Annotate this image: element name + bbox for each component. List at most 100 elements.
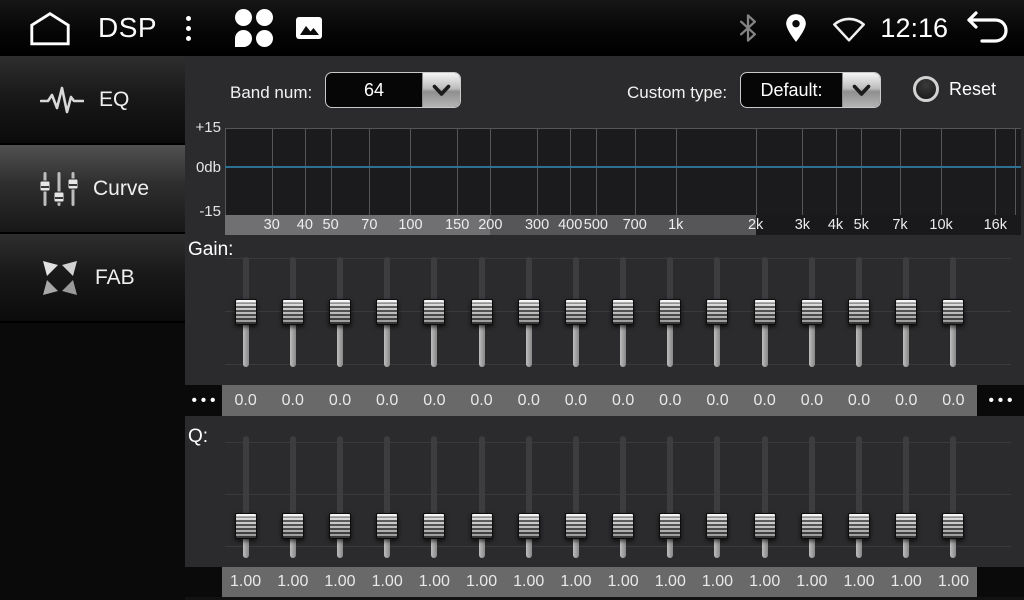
more-gain-right-button[interactable]: •••: [977, 385, 1024, 416]
slider-thumb[interactable]: [235, 513, 257, 539]
gridline: [635, 128, 636, 215]
gain-value: 0.0: [788, 385, 835, 416]
slider-thumb[interactable]: [942, 299, 964, 325]
gallery-icon[interactable]: [295, 16, 323, 40]
q-slider[interactable]: [282, 436, 304, 558]
gain-slider[interactable]: [706, 257, 728, 367]
q-slider[interactable]: [471, 436, 493, 558]
apps-clover-icon[interactable]: [235, 9, 273, 47]
q-slider[interactable]: [329, 436, 351, 558]
q-slider[interactable]: [895, 436, 917, 558]
gain-slider[interactable]: [282, 257, 304, 367]
q-slider[interactable]: [235, 436, 257, 558]
home-icon[interactable]: [27, 11, 73, 46]
slider-thumb[interactable]: [565, 299, 587, 325]
slider-thumb[interactable]: [471, 299, 493, 325]
slider-thumb[interactable]: [848, 299, 870, 325]
q-slider[interactable]: [423, 436, 445, 558]
chevron-down-icon[interactable]: [422, 73, 460, 107]
band-num-select[interactable]: 64: [325, 72, 461, 108]
gain-slider[interactable]: [471, 257, 493, 367]
gain-slider[interactable]: [423, 257, 445, 367]
overflow-menu-icon[interactable]: [182, 12, 195, 45]
gain-slider[interactable]: [801, 257, 823, 367]
q-value: 1.00: [505, 567, 552, 597]
slider-thumb[interactable]: [282, 299, 304, 325]
sidebar-item-eq[interactable]: EQ: [0, 56, 185, 145]
slider-thumb[interactable]: [801, 299, 823, 325]
q-value: 1.00: [883, 567, 930, 597]
slider-thumb[interactable]: [565, 513, 587, 539]
slider-thumb[interactable]: [659, 513, 681, 539]
gain-slider[interactable]: [235, 257, 257, 367]
gain-slider[interactable]: [518, 257, 540, 367]
slider-thumb[interactable]: [518, 513, 540, 539]
freq-tick-label: 4k: [828, 215, 843, 235]
gain-slider[interactable]: [329, 257, 351, 367]
gridline: [457, 128, 458, 215]
slider-thumb[interactable]: [612, 513, 634, 539]
q-value: 1.00: [788, 567, 835, 597]
slider-thumb[interactable]: [329, 299, 351, 325]
sidebar-item-curve[interactable]: Curve: [0, 145, 185, 234]
gain-slider[interactable]: [612, 257, 634, 367]
freq-tick-label: 100: [398, 215, 422, 235]
gridline: [596, 128, 597, 215]
slider-thumb[interactable]: [329, 513, 351, 539]
gain-slider[interactable]: [895, 257, 917, 367]
chevron-down-icon[interactable]: [842, 73, 880, 107]
back-icon[interactable]: [962, 11, 1012, 45]
custom-type-select[interactable]: Default:: [740, 72, 881, 108]
reset-button[interactable]: Reset: [913, 76, 996, 102]
gain-slider[interactable]: [942, 257, 964, 367]
slider-thumb[interactable]: [754, 299, 776, 325]
more-q-right-button[interactable]: [977, 567, 1024, 597]
slider-thumb[interactable]: [518, 299, 540, 325]
slider-thumb[interactable]: [659, 299, 681, 325]
slider-thumb[interactable]: [376, 513, 398, 539]
slider-thumb[interactable]: [895, 513, 917, 539]
slider-thumb[interactable]: [895, 299, 917, 325]
slider-thumb[interactable]: [376, 299, 398, 325]
gain-value-strip: 0.00.00.00.00.00.00.00.00.00.00.00.00.00…: [222, 385, 977, 416]
slider-thumb[interactable]: [706, 513, 728, 539]
q-slider[interactable]: [801, 436, 823, 558]
gain-slider[interactable]: [848, 257, 870, 367]
more-q-left-button[interactable]: [185, 567, 222, 597]
gain-value: 0.0: [316, 385, 363, 416]
q-slider[interactable]: [565, 436, 587, 558]
slider-thumb[interactable]: [942, 513, 964, 539]
gain-slider[interactable]: [376, 257, 398, 367]
slider-thumb[interactable]: [754, 513, 776, 539]
gain-value: 0.0: [458, 385, 505, 416]
slider-thumb[interactable]: [848, 513, 870, 539]
slider-thumb[interactable]: [801, 513, 823, 539]
gain-value: 0.0: [222, 385, 269, 416]
gridline: [802, 128, 803, 215]
slider-thumb[interactable]: [423, 299, 445, 325]
q-slider[interactable]: [706, 436, 728, 558]
gain-value: 0.0: [930, 385, 977, 416]
slider-thumb[interactable]: [282, 513, 304, 539]
q-slider[interactable]: [612, 436, 634, 558]
sidebar-item-fab[interactable]: FAB: [0, 234, 185, 323]
q-slider[interactable]: [848, 436, 870, 558]
gain-slider[interactable]: [659, 257, 681, 367]
slider-thumb[interactable]: [235, 299, 257, 325]
q-slider[interactable]: [942, 436, 964, 558]
q-value: 1.00: [222, 567, 269, 597]
gain-slider[interactable]: [754, 257, 776, 367]
slider-thumb[interactable]: [706, 299, 728, 325]
q-slider[interactable]: [659, 436, 681, 558]
freq-tick-label: 300: [525, 215, 549, 235]
slider-thumb[interactable]: [471, 513, 493, 539]
q-slider[interactable]: [754, 436, 776, 558]
q-slider[interactable]: [376, 436, 398, 558]
freq-tick-label: 500: [584, 215, 608, 235]
more-gain-left-button[interactable]: •••: [185, 385, 222, 416]
reset-radio-icon[interactable]: [913, 76, 939, 102]
slider-thumb[interactable]: [612, 299, 634, 325]
q-slider[interactable]: [518, 436, 540, 558]
gain-slider[interactable]: [565, 257, 587, 367]
slider-thumb[interactable]: [423, 513, 445, 539]
